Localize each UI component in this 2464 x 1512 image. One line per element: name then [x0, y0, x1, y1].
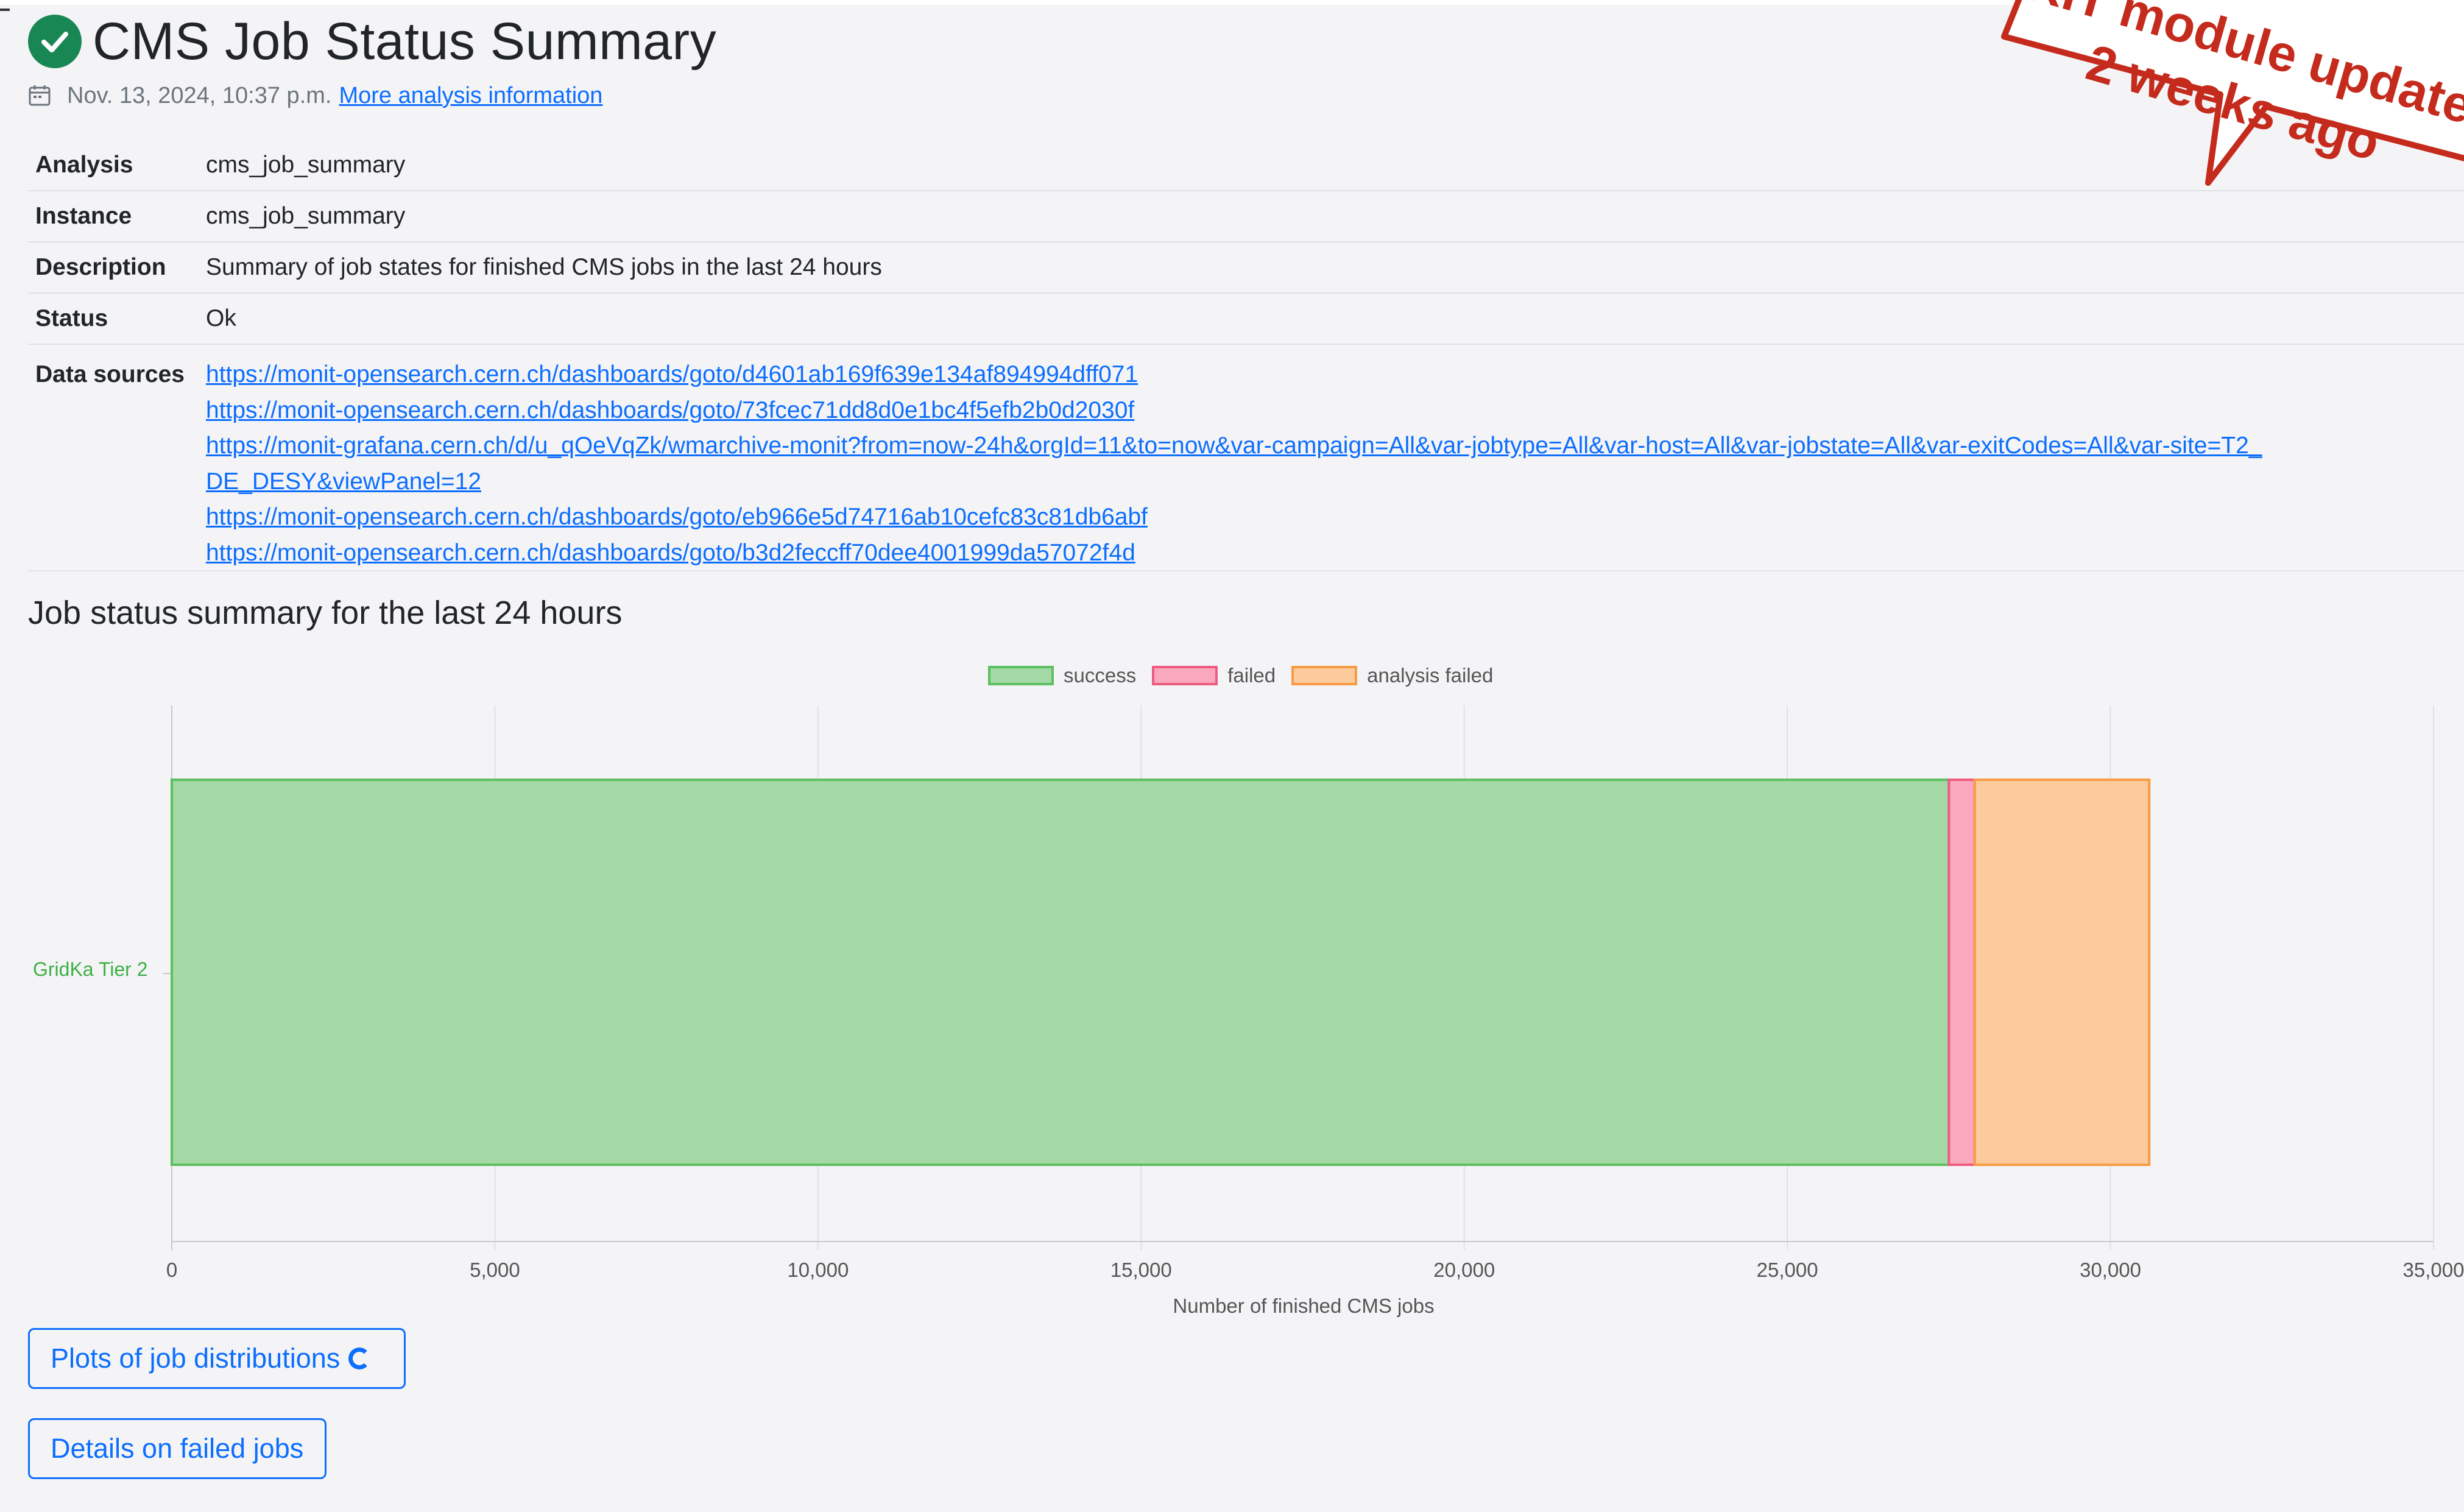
data-source-link[interactable]: https://monit-opensearch.cern.ch/dashboa… [206, 393, 2277, 429]
data-source-link[interactable]: https://monit-opensearch.cern.ch/dashboa… [206, 357, 2277, 393]
legend-label: analysis failed [1367, 664, 1494, 687]
bar-segment-failed [1947, 779, 1976, 1166]
legend-swatch [988, 666, 1054, 685]
more-analysis-info-link[interactable]: More analysis information [339, 83, 602, 109]
analysis-timestamp: Nov. 13, 2024, 10:37 p.m. [67, 82, 332, 108]
data-source-link[interactable]: https://monit-grafana.cern.ch/d/u_qOeVqZ… [206, 428, 2277, 500]
status-value: Ok [206, 305, 236, 331]
data-source-link[interactable]: https://monit-opensearch.cern.ch/dashboa… [206, 500, 2277, 535]
x-tick-label: 25,000 [1757, 1259, 1818, 1281]
button-label: Details on failed jobs [51, 1433, 304, 1464]
chart-legend: success failed analysis failed [988, 664, 1509, 687]
info-value: Summary of job states for finished CMS j… [206, 254, 882, 280]
page-header: CMS Job Status Summary [28, 11, 716, 72]
chart-canvas: 0 5,000 10,000 15,000 20,000 25,000 30,000 35,0… [163, 705, 2464, 1281]
info-label: Data sources [35, 361, 185, 387]
legend-label: failed [1227, 664, 1276, 687]
x-axis-title: Number of finished CMS jobs [1173, 1295, 1435, 1317]
details-on-failed-jobs-button[interactable]: Details on failed jobs [28, 1418, 327, 1479]
x-tick-label: 5,000 [470, 1259, 520, 1281]
info-row-description: Description Summary of job states for fi… [28, 242, 2464, 294]
button-label: Plots of job distributions [51, 1343, 341, 1374]
plots-of-job-distributions-button[interactable]: Plots of job distributions [28, 1328, 406, 1389]
info-row-data-sources: Data sources https://monit-opensearch.ce… [28, 345, 2464, 571]
info-label: Instance [35, 203, 132, 229]
x-tick-label: 0 [166, 1259, 177, 1281]
legend-swatch [1291, 666, 1358, 685]
x-tick-label: 30,000 [2080, 1259, 2141, 1281]
chart-section-title: Job status summary for the last 24 hours [28, 595, 623, 631]
y-category-label: GridKa Tier 2 [33, 958, 148, 980]
x-tick-label: 15,000 [1110, 1259, 1172, 1281]
info-label: Description [35, 254, 166, 280]
corner-mark [0, 9, 10, 11]
data-source-link[interactable]: https://monit-opensearch.cern.ch/dashboa… [206, 535, 2277, 571]
x-tick-label: 10,000 [787, 1259, 849, 1281]
bar-segment-analysis-failed [1973, 779, 2151, 1166]
page-title: CMS Job Status Summary [93, 12, 717, 71]
data-sources-list: https://monit-opensearch.cern.ch/dashboa… [199, 357, 2464, 571]
check-circle-icon [28, 15, 82, 68]
analysis-meta: Nov. 13, 2024, 10:37 p.m. More analysis … [28, 78, 602, 113]
info-row-status: Status Ok [28, 294, 2464, 345]
x-tick-label: 20,000 [1433, 1259, 1495, 1281]
legend-item-success[interactable]: success [988, 664, 1136, 687]
info-value: cms_job_summary [206, 203, 406, 229]
legend-item-failed[interactable]: failed [1152, 664, 1276, 687]
info-label: Status [35, 305, 108, 331]
loading-spinner-icon [348, 1348, 371, 1369]
bar-segment-success [171, 779, 1950, 1166]
legend-label: success [1064, 664, 1137, 687]
x-tick-label: 35,000 [2403, 1259, 2464, 1281]
calendar-icon [29, 85, 51, 106]
legend-swatch [1152, 666, 1218, 685]
job-status-chart: 0 5,000 10,000 15,000 20,000 25,000 30,000 35,0… [0, 652, 2464, 1328]
legend-item-analysis-failed[interactable]: analysis failed [1291, 664, 1493, 687]
analysis-info-table: Analysis cms_job_summary Instance cms_jo… [28, 140, 2464, 571]
info-label: Analysis [35, 152, 133, 178]
